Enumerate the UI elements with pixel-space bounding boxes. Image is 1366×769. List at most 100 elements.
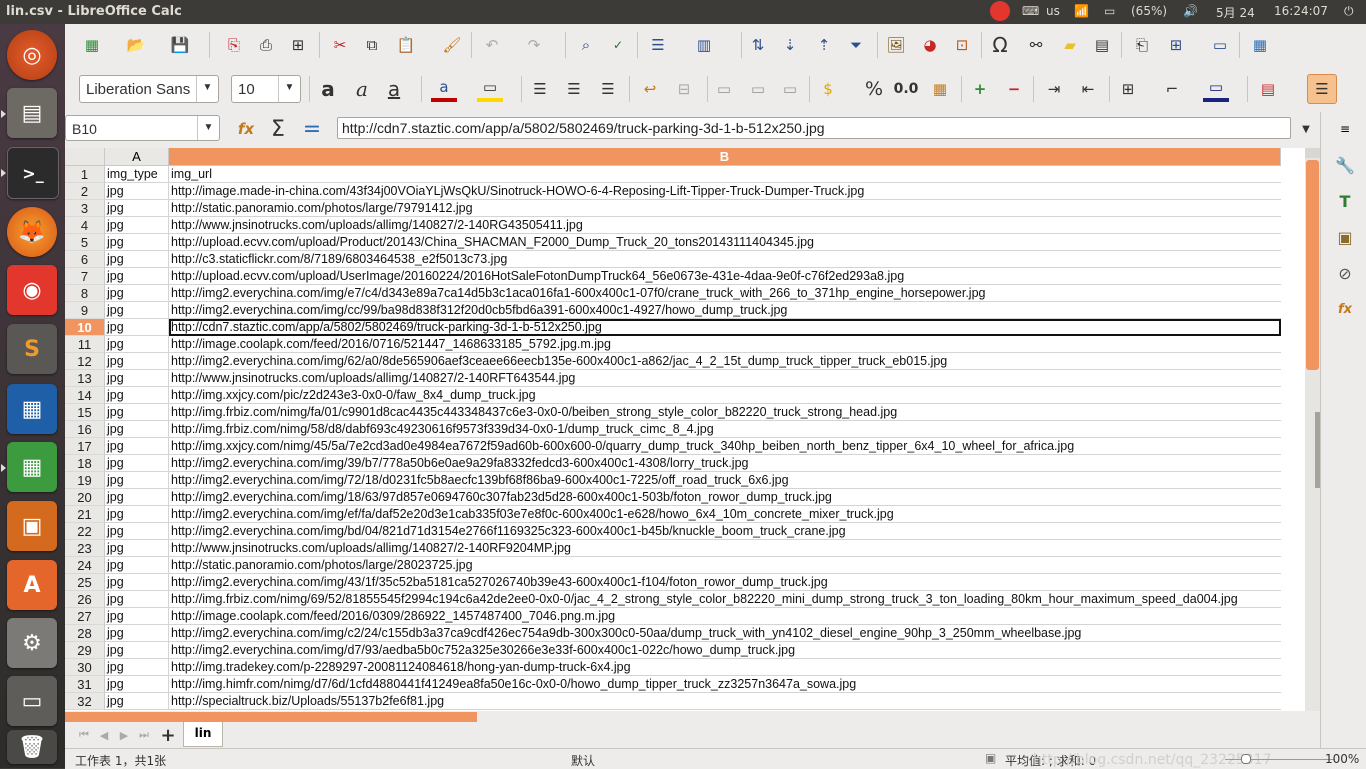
- sidebar-properties-toggle[interactable]: ☰: [1307, 74, 1337, 104]
- function-wizard-icon[interactable]: fx: [233, 116, 259, 142]
- increase-indent-icon[interactable]: ⇥: [1041, 76, 1067, 102]
- row-header[interactable]: 5: [65, 234, 105, 251]
- cell-img-url[interactable]: http://www.jnsinotrucks.com/uploads/alli…: [169, 217, 1281, 234]
- gallery-icon[interactable]: ▣: [1332, 224, 1358, 250]
- row-header[interactable]: 29: [65, 642, 105, 659]
- sum-icon[interactable]: Σ: [265, 116, 291, 142]
- cell-img-type[interactable]: jpg: [105, 302, 169, 319]
- calc-icon[interactable]: ▦: [7, 442, 57, 492]
- font-size-combo[interactable]: 10 ▼: [231, 75, 301, 103]
- vertical-scroll-thumb[interactable]: [1306, 160, 1319, 370]
- cell-img-type[interactable]: img_type: [105, 166, 169, 183]
- comment-icon[interactable]: ▰: [1057, 32, 1083, 58]
- cell-img-url[interactable]: http://img2.everychina.com/img/bd/04/821…: [169, 523, 1281, 540]
- row-header[interactable]: 22: [65, 523, 105, 540]
- software-center-icon[interactable]: A: [7, 560, 57, 610]
- cell-img-type[interactable]: jpg: [105, 557, 169, 574]
- formula-icon[interactable]: =: [299, 116, 325, 142]
- scroll-up-arrow[interactable]: [1305, 148, 1320, 158]
- cell-img-type[interactable]: jpg: [105, 591, 169, 608]
- cell-img-url[interactable]: http://img2.everychina.com/img/c2/24/c15…: [169, 625, 1281, 642]
- cell-img-type[interactable]: jpg: [105, 251, 169, 268]
- row-header[interactable]: 6: [65, 251, 105, 268]
- cell-img-type[interactable]: jpg: [105, 200, 169, 217]
- insert-chart-icon[interactable]: ◕: [917, 32, 943, 58]
- autofilter-icon[interactable]: ⏷: [843, 32, 869, 58]
- row-header[interactable]: 8: [65, 285, 105, 302]
- functions-icon[interactable]: fx: [1332, 296, 1358, 322]
- pivot-table-icon[interactable]: ⊡: [949, 32, 975, 58]
- row-header[interactable]: 18: [65, 455, 105, 472]
- align-top-icon[interactable]: ▭: [711, 76, 737, 102]
- netease-music-icon[interactable]: ◉: [7, 265, 57, 315]
- row-header[interactable]: 20: [65, 489, 105, 506]
- trash-icon[interactable]: 🗑: [7, 730, 57, 764]
- cell-img-type[interactable]: jpg: [105, 642, 169, 659]
- expand-formula-bar-icon[interactable]: ▼: [1293, 116, 1319, 142]
- date-label[interactable]: 5月 24: [1216, 4, 1255, 21]
- cell-img-url[interactable]: http://img.himfr.com/nimg/d7/6d/1cfd4880…: [169, 676, 1281, 693]
- row-header[interactable]: 1: [65, 166, 105, 183]
- battery-percent[interactable]: (65%): [1131, 4, 1167, 18]
- cell-img-url[interactable]: http://img2.everychina.com/img/62/a0/8de…: [169, 353, 1281, 370]
- cell-img-url[interactable]: http://img2.everychina.com/img/cc/99/ba9…: [169, 302, 1281, 319]
- new-document-icon[interactable]: ▦: [79, 32, 105, 58]
- cell-img-type[interactable]: jpg: [105, 217, 169, 234]
- cell-img-url[interactable]: http://upload.ecvv.com/upload/UserImage/…: [169, 268, 1281, 285]
- merge-cells-icon[interactable]: ⊟: [671, 76, 697, 102]
- cell-img-url[interactable]: http://img2.everychina.com/img/e7/c4/d34…: [169, 285, 1281, 302]
- cell-img-url[interactable]: http://img2.everychina.com/img/39/b7/778…: [169, 455, 1281, 472]
- spelling-icon[interactable]: ✓: [605, 32, 631, 58]
- cell-img-type[interactable]: jpg: [105, 336, 169, 353]
- cell-img-type[interactable]: jpg: [105, 523, 169, 540]
- clone-formatting-icon[interactable]: 🖌: [439, 32, 465, 58]
- clock-label[interactable]: 16:24:07: [1274, 4, 1328, 18]
- cell-img-url[interactable]: img_url: [169, 166, 1281, 183]
- cell-img-url[interactable]: http://specialtruck.biz/Uploads/55137b2f…: [169, 693, 1281, 710]
- impress-icon[interactable]: ▣: [7, 501, 57, 551]
- cell-img-type[interactable]: jpg: [105, 625, 169, 642]
- document-modified-icon[interactable]: ▣: [985, 751, 996, 765]
- cell-img-type[interactable]: jpg: [105, 183, 169, 200]
- cell-img-url[interactable]: http://static.panoramio.com/photos/large…: [169, 200, 1281, 217]
- sort-descending-icon[interactable]: ⇡: [811, 32, 837, 58]
- row-header[interactable]: 10: [65, 319, 105, 336]
- delete-decimal-icon[interactable]: −: [1001, 76, 1027, 102]
- cell-img-type[interactable]: jpg: [105, 506, 169, 523]
- add-sheet-icon[interactable]: +: [155, 722, 181, 748]
- align-right-icon[interactable]: ☰: [595, 76, 621, 102]
- align-left-icon[interactable]: ☰: [527, 76, 553, 102]
- highlight-color-icon[interactable]: ▭: [477, 76, 503, 102]
- cell-img-type[interactable]: jpg: [105, 608, 169, 625]
- export-pdf-icon[interactable]: ⎘: [221, 32, 247, 58]
- insert-image-icon[interactable]: 🖼: [883, 32, 909, 58]
- headers-footers-icon[interactable]: ▤: [1089, 32, 1115, 58]
- cell-img-url[interactable]: http://img.tradekey.com/p-2289297-200811…: [169, 659, 1281, 676]
- cell-img-url[interactable]: http://img2.everychina.com/img/43/1f/35c…: [169, 574, 1281, 591]
- cell-img-type[interactable]: jpg: [105, 693, 169, 710]
- redo-icon[interactable]: ↷: [521, 32, 547, 58]
- last-sheet-icon[interactable]: ⏭: [131, 722, 157, 748]
- cell-img-type[interactable]: jpg: [105, 268, 169, 285]
- cell-img-type[interactable]: jpg: [105, 659, 169, 676]
- align-bottom-icon[interactable]: ▭: [777, 76, 803, 102]
- cell-img-url[interactable]: http://img.frbiz.com/nimg/58/d8/dabf693c…: [169, 421, 1281, 438]
- cell-img-type[interactable]: jpg: [105, 404, 169, 421]
- cell-img-url[interactable]: http://www.jnsinotrucks.com/uploads/alli…: [169, 370, 1281, 387]
- cell-img-url[interactable]: http://img2.everychina.com/img/18/63/97d…: [169, 489, 1281, 506]
- row-header[interactable]: 9: [65, 302, 105, 319]
- chevron-down-icon[interactable]: ▼: [196, 76, 218, 102]
- border-color-icon[interactable]: ▭: [1203, 76, 1229, 102]
- cell-img-type[interactable]: jpg: [105, 574, 169, 591]
- font-color-icon[interactable]: a: [431, 76, 457, 102]
- cell-img-url[interactable]: http://image.coolapk.com/feed/2016/0309/…: [169, 608, 1281, 625]
- row-header[interactable]: 3: [65, 200, 105, 217]
- cell-img-url[interactable]: http://img.frbiz.com/nimg/69/52/81855545…: [169, 591, 1281, 608]
- volume-icon[interactable]: 🔊: [1183, 4, 1198, 18]
- row-icon[interactable]: ☰: [645, 32, 671, 58]
- select-all-corner[interactable]: [65, 148, 105, 166]
- zoom-level[interactable]: 100%: [1325, 752, 1359, 766]
- cell-img-type[interactable]: jpg: [105, 387, 169, 404]
- percent-button[interactable]: %: [861, 76, 887, 102]
- date-format-icon[interactable]: ▦: [927, 76, 953, 102]
